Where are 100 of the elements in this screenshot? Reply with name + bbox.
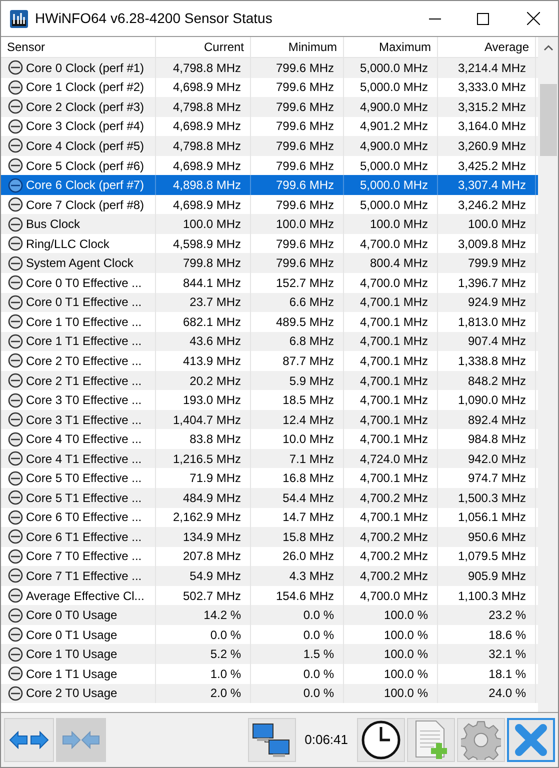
column-header[interactable]: Maximum [344,37,438,57]
table-cell-text: 4,700.1 MHz [360,294,428,312]
table-cell-text: 682.1 MHz [182,314,241,331]
table-cell-text: 4,700.0 MHz [360,274,428,292]
table-cell-text: 5.2 % [210,646,241,664]
table-row[interactable]: Core 6 Clock (perf #7) 4,898.8 MHz 799.6 MHz 5,000.0 MHz 3,307.4 MHz [1,175,538,195]
column-header[interactable]: Minimum [251,37,344,57]
gauge-icon [8,588,23,604]
table-cell-text: 4,700.1 MHz [360,470,428,488]
table-cell-text: 484.9 MHz [182,490,241,507]
table-row[interactable]: Core 1 T1 Effective ... 43.6 MHz 6.8 MHz 4,700.1 MHz 907.4 MHz [1,332,538,352]
table-cell-text: Core 3 Clock (perf #4) [26,118,144,136]
table-cell-text: 2,162.9 MHz [172,509,241,526]
table-cell-text: 0.0 % [303,607,334,624]
table-cell-text: 5,000.0 MHz [360,196,428,214]
table-row[interactable]: Core 3 Clock (perf #4) 4,698.9 MHz 799.6 MHz 4,901.2 MHz 3,164.0 MHz [1,116,538,136]
table-row[interactable]: Core 4 Clock (perf #5) 4,798.8 MHz 799.6 MHz 4,900.0 MHz 3,260.9 MHz [1,136,538,156]
table-cell-text: 5,000.0 MHz [360,177,428,194]
table-row[interactable]: Core 4 T1 Effective ... 1,216.5 MHz 7.1 MHz 4,724.0 MHz 942.0 MHz [1,448,538,468]
minimize-icon[interactable] [429,18,441,20]
table-cell-text: 974.7 MHz [468,470,526,488]
column-header[interactable]: Current [156,37,251,57]
table-row[interactable]: Core 6 T1 Effective ... 134.9 MHz 15.8 MHz 4,700.2 MHz 950.6 MHz [1,527,538,547]
scroll-thumb[interactable] [540,84,556,156]
table-cell-text: 134.9 MHz [182,528,241,546]
table-cell-text: Core 7 T1 Effective ... [26,568,142,585]
table-cell-text: 1,100.3 MHz [458,588,526,605]
table-cell-text: 3,009.8 MHz [458,236,526,253]
table-row[interactable]: Core 5 Clock (perf #6) 4,698.9 MHz 799.6 MHz 5,000.0 MHz 3,425.2 MHz [1,156,538,176]
close-button[interactable] [507,718,555,762]
app-icon [10,10,28,28]
table-cell-text: 23.7 MHz [190,294,241,312]
scrollbar[interactable] [538,37,558,712]
close-icon[interactable] [527,12,540,25]
table-row[interactable]: Bus Clock 100.0 MHz 100.0 MHz 100.0 MHz 100.0 MHz [1,214,538,234]
table-row[interactable]: Core 0 Clock (perf #1) 4,798.8 MHz 799.6 MHz 5,000.0 MHz 3,214.4 MHz [1,58,538,78]
table-cell-text: 100.0 % [384,666,428,683]
table-row[interactable]: Average Effective Cl... 502.7 MHz 154.6 MHz 4,700.0 MHz 1,100.3 MHz [1,586,538,606]
table-cell-text: 1,079.5 MHz [458,548,526,566]
table-cell-text: 4,698.9 MHz [172,196,241,214]
table-cell-text: 4,700.1 MHz [360,372,428,390]
column-header[interactable]: Average [438,37,536,57]
table-cell-text: Average Effective Cl... [26,588,144,605]
column-header[interactable]: Sensor [1,37,156,57]
clock-button[interactable] [357,718,405,762]
table-cell-text: 3,315.2 MHz [458,98,526,116]
table-row[interactable]: Core 1 Clock (perf #2) 4,698.9 MHz 799.6 MHz 5,000.0 MHz 3,333.0 MHz [1,78,538,98]
scroll-up-icon[interactable] [544,45,552,51]
table-row[interactable]: Core 2 T1 Effective ... 20.2 MHz 5.9 MHz 4,700.1 MHz 848.2 MHz [1,370,538,390]
table-row[interactable]: Core 2 T0 Usage 2.0 % 0.0 % 100.0 % 24.0 % [1,684,538,704]
gauge-icon [8,432,23,447]
table-row[interactable]: Core 3 T1 Effective ... 1,404.7 MHz 12.4 MHz 4,700.1 MHz 892.4 MHz [1,410,538,430]
table-cell-text: 799.6 MHz [276,98,334,116]
table-cell-text: 154.6 MHz [276,588,334,605]
network-button[interactable] [248,718,296,762]
clock-icon [361,720,401,760]
maximize-icon[interactable] [477,12,489,24]
table-cell-text: Core 6 T0 Effective ... [26,509,142,526]
table-cell-text: 799.6 MHz [276,79,334,96]
table-cell-text: 54.4 MHz [282,490,334,507]
gauge-icon [8,608,23,623]
table-row[interactable]: Core 5 T1 Effective ... 484.9 MHz 54.4 MHz 4,700.2 MHz 1,500.3 MHz [1,488,538,508]
table-cell-text: 4,700.2 MHz [360,490,428,507]
table-row[interactable]: System Agent Clock 799.8 MHz 799.6 MHz 800.4 MHz 799.9 MHz [1,253,538,274]
table-row[interactable]: Core 7 Clock (perf #8) 4,698.9 MHz 799.6 MHz 5,000.0 MHz 3,246.2 MHz [1,194,538,214]
table-cell-text: 4,798.8 MHz [172,98,241,116]
table-cell-text: 23.2 % [488,607,526,624]
table-cell-text: Core 2 T1 Effective ... [26,372,142,390]
gauge-icon [8,216,23,232]
table-cell-text: 100.0 MHz [370,216,428,234]
settings-button[interactable] [457,718,505,762]
table-cell-text: Core 4 Clock (perf #5) [26,138,144,155]
table-row[interactable]: Core 1 T0 Usage 5.2 % 1.5 % 100.0 % 32.1 % [1,644,538,664]
expand-button[interactable] [4,718,54,762]
table-row[interactable]: Core 7 T0 Effective ... 207.8 MHz 26.0 MHz 4,700.2 MHz 1,079.5 MHz [1,546,538,566]
table-cell-text: 6.8 MHz [289,333,334,350]
table-row[interactable]: Core 0 T1 Usage 0.0 % 0.0 % 100.0 % 18.6 % [1,624,538,644]
table-cell-text: Bus Clock [26,216,80,234]
gauge-icon [8,138,23,154]
table-row[interactable]: Core 6 T0 Effective ... 2,162.9 MHz 14.7 MHz 4,700.1 MHz 1,056.1 MHz [1,508,538,528]
table-cell-text: 4,898.8 MHz [172,177,241,194]
table-cell-text: 18.1 % [488,666,526,683]
table-cell-text: Core 2 Clock (perf #3) [26,98,144,116]
table-row[interactable]: Core 2 Clock (perf #3) 4,798.8 MHz 799.6 MHz 4,900.0 MHz 3,315.2 MHz [1,97,538,117]
table-row[interactable]: Core 7 T1 Effective ... 54.9 MHz 4.3 MHz 4,700.2 MHz 905.9 MHz [1,566,538,586]
table-cell-text: 10.0 MHz [282,431,334,448]
table-cell-text: 87.7 MHz [282,352,334,370]
table-row[interactable]: Core 0 T0 Usage 14.2 % 0.0 % 100.0 % 23.2 % [1,605,538,625]
table-cell-text: 3,246.2 MHz [458,196,526,214]
table-cell-text: 799.6 MHz [276,158,334,174]
table-cell-text: 4,900.0 MHz [360,98,428,116]
table-cell-text: 1,813.0 MHz [458,314,526,331]
table-cell-text: 2.0 % [210,685,241,702]
table-cell-text: 799.6 MHz [276,138,334,155]
table-cell-text: 4,700.1 MHz [360,352,428,370]
table-cell-text: 15.8 MHz [282,528,334,546]
table-row[interactable]: Core 0 T1 Effective ... 23.7 MHz 6.6 MHz 4,700.1 MHz 924.9 MHz [1,292,538,312]
table-row[interactable]: Ring/LLC Clock 4,598.9 MHz 799.6 MHz 4,700.0 MHz 3,009.8 MHz [1,234,538,254]
table-cell-text: 799.6 MHz [276,255,334,272]
table-cell-text: 3,333.0 MHz [458,79,526,96]
